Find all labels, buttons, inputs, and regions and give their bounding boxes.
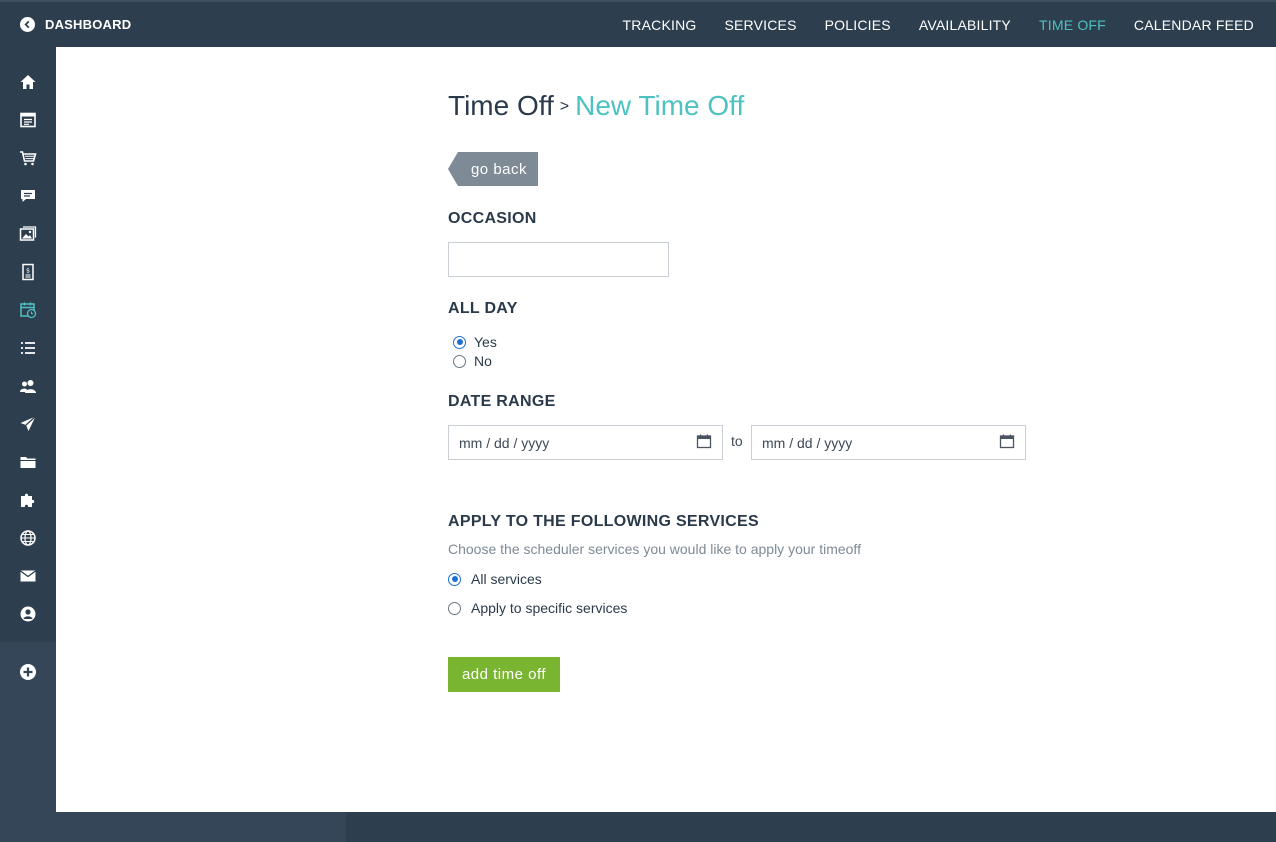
dashboard-back-link[interactable]: DASHBOARD xyxy=(20,2,131,47)
services-help-text: Choose the scheduler services you would … xyxy=(448,541,861,557)
invoice-icon[interactable]: $ xyxy=(0,253,56,291)
user-circle-icon[interactable] xyxy=(0,595,56,633)
date-from-input[interactable]: mm / dd / yyyy xyxy=(448,425,723,460)
send-icon[interactable] xyxy=(0,405,56,443)
date-from-placeholder: mm / dd / yyyy xyxy=(459,434,550,451)
occasion-label: OCCASION xyxy=(448,210,537,227)
gallery-icon[interactable] xyxy=(0,215,56,253)
mail-icon[interactable] xyxy=(0,557,56,595)
chevron-left-icon xyxy=(20,17,35,32)
date-to-placeholder: mm / dd / yyyy xyxy=(762,434,853,451)
calendar-icon[interactable] xyxy=(999,433,1015,452)
users-icon[interactable] xyxy=(0,367,56,405)
top-nav-menu: TRACKING SERVICES POLICIES AVAILABILITY … xyxy=(595,2,1254,47)
all-day-no-label: No xyxy=(474,353,492,369)
footer-left-panel xyxy=(56,812,346,842)
breadcrumb-separator: > xyxy=(559,98,570,115)
plus-circle-icon[interactable] xyxy=(0,653,56,691)
list-icon[interactable] xyxy=(0,329,56,367)
nav-time-off[interactable]: TIME OFF xyxy=(1039,17,1106,33)
all-day-yes-option[interactable]: Yes xyxy=(453,334,497,350)
all-services-label: All services xyxy=(471,571,542,587)
cart-icon[interactable] xyxy=(0,139,56,177)
svg-text:$: $ xyxy=(26,268,30,275)
all-day-yes-radio[interactable] xyxy=(453,335,466,349)
globe-icon[interactable] xyxy=(0,519,56,557)
all-day-no-radio[interactable] xyxy=(453,354,466,368)
all-services-option[interactable]: All services xyxy=(448,571,542,587)
go-back-button[interactable]: go back xyxy=(448,152,538,186)
date-to-input[interactable]: mm / dd / yyyy xyxy=(751,425,1026,460)
top-navbar: DASHBOARD TRACKING SERVICES POLICIES AVA… xyxy=(0,0,1276,47)
specific-services-radio[interactable] xyxy=(448,601,461,615)
puzzle-icon[interactable] xyxy=(0,481,56,519)
breadcrumb-current: New Time Off xyxy=(575,90,745,121)
all-day-no-option[interactable]: No xyxy=(453,353,492,369)
dashboard-back-label: DASHBOARD xyxy=(45,17,132,32)
all-day-label: ALL DAY xyxy=(448,300,518,317)
date-range-label: DATE RANGE xyxy=(448,393,556,410)
nav-policies[interactable]: POLICIES xyxy=(825,17,891,33)
calendar-icon[interactable] xyxy=(696,433,712,452)
footer-bar xyxy=(56,812,1276,842)
calendar-list-icon[interactable] xyxy=(0,101,56,139)
scheduler-icon[interactable] xyxy=(0,291,56,329)
breadcrumb-parent[interactable]: Time Off xyxy=(448,90,554,121)
comment-icon[interactable] xyxy=(0,177,56,215)
folder-icon[interactable] xyxy=(0,443,56,481)
services-label: APPLY TO THE FOLLOWING SERVICES xyxy=(448,513,759,530)
home-icon[interactable] xyxy=(0,63,56,101)
specific-services-option[interactable]: Apply to specific services xyxy=(448,600,627,616)
nav-calendar-feed[interactable]: CALENDAR FEED xyxy=(1134,17,1254,33)
nav-services[interactable]: SERVICES xyxy=(724,17,796,33)
occasion-input[interactable] xyxy=(448,242,669,277)
specific-services-label: Apply to specific services xyxy=(471,600,628,616)
all-day-yes-label: Yes xyxy=(474,334,497,350)
add-time-off-button[interactable]: add time off xyxy=(448,657,560,692)
nav-availability[interactable]: AVAILABILITY xyxy=(919,17,1011,33)
sidebar: $ xyxy=(0,47,56,842)
nav-tracking[interactable]: TRACKING xyxy=(623,17,697,33)
date-range-to-label: to xyxy=(731,433,743,449)
all-services-radio[interactable] xyxy=(448,572,461,586)
page-title: Time Off > New Time Off xyxy=(448,90,744,122)
